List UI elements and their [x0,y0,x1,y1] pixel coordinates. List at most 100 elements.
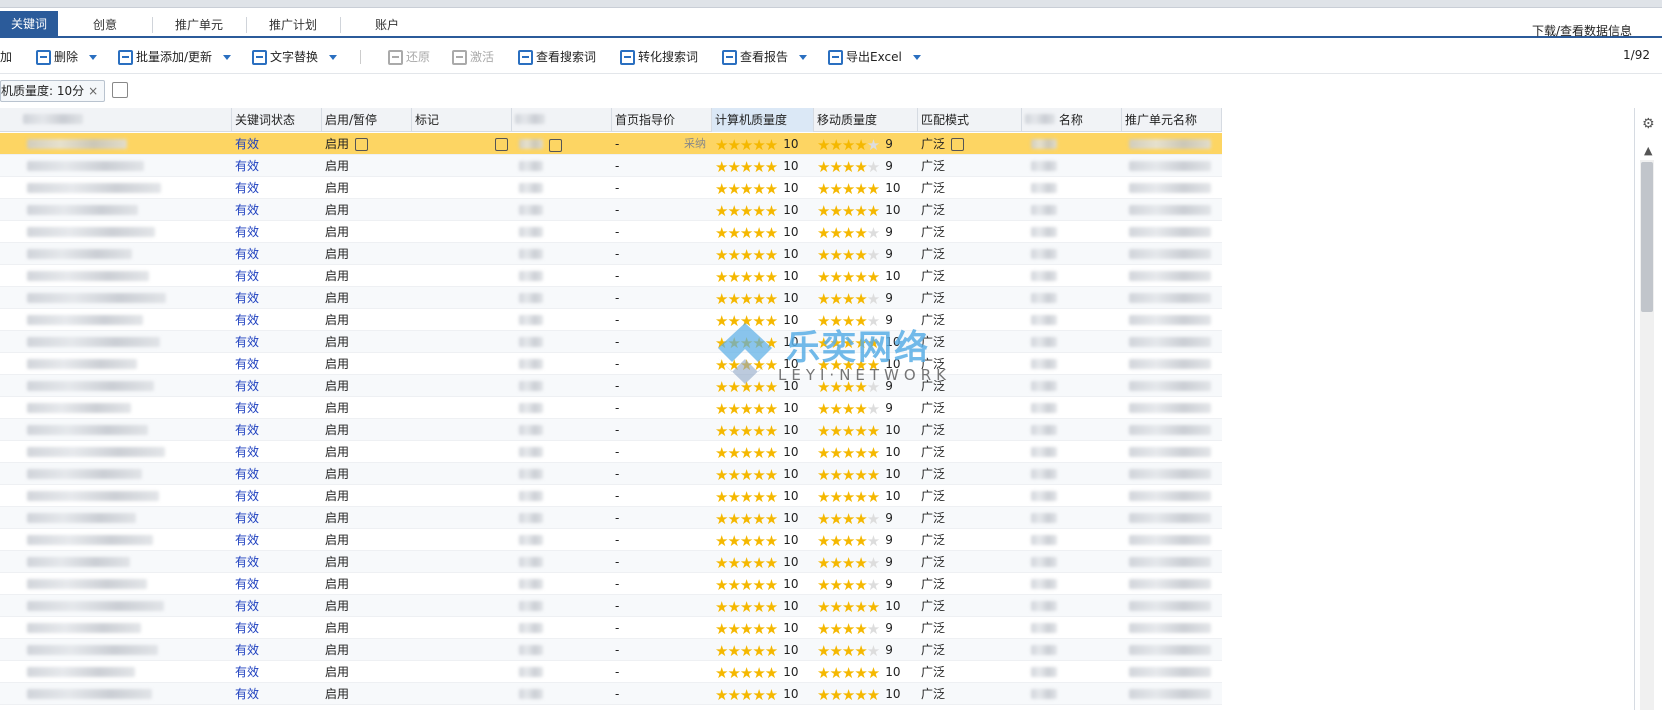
table-row[interactable]: 有效 启用 - ★★★★★ 10 ★★★★★ 9 广泛 [0,529,1222,551]
table-row[interactable]: 有效 启用 - ★★★★★ 10 ★★★★★ 9 广泛 [0,617,1222,639]
convert-search-terms-button[interactable]: 转化搜索词 [620,48,698,66]
chevron-down-icon[interactable] [223,54,232,60]
table-row[interactable]: 有效 启用 - ★★★★★ 10 ★★★★★ 10 广泛 [0,331,1222,353]
match-mode-cell[interactable]: 广泛 [918,507,1022,529]
bid-cell[interactable] [512,683,612,705]
table-row[interactable]: 有效 启用 - ★★★★★ 10 ★★★★★ 10 广泛 [0,595,1222,617]
bid-cell[interactable] [512,441,612,463]
table-row[interactable]: 有效 启用 - ★★★★★ 10 ★★★★★ 9 广泛 [0,309,1222,331]
bid-cell[interactable] [512,617,612,639]
enable-cell[interactable]: 启用 [322,463,412,485]
bid-cell[interactable] [512,419,612,441]
bid-cell[interactable] [512,287,612,309]
bid-cell[interactable] [512,507,612,529]
keyword-cell[interactable] [0,617,232,639]
close-icon[interactable]: × [88,84,98,98]
col-status[interactable]: 关键词状态 [232,108,322,132]
mark-cell[interactable] [412,595,512,617]
enable-cell[interactable]: 启用 [322,397,412,419]
match-mode-cell[interactable]: 广泛 [918,221,1022,243]
enable-cell[interactable]: 启用 [322,573,412,595]
col-unit-name[interactable]: 推广单元名称 [1122,108,1222,132]
col-mark[interactable]: 标记 [412,108,512,132]
bid-cell[interactable] [512,309,612,331]
keyword-cell[interactable] [0,397,232,419]
match-mode-cell[interactable]: 广泛 [918,199,1022,221]
text-replace-button[interactable]: 文字替换 [252,48,338,66]
mark-cell[interactable] [412,419,512,441]
table-row[interactable]: 有效 启用 - ★★★★★ 10 ★★★★★ 10 广泛 [0,441,1222,463]
mark-cell[interactable] [412,353,512,375]
vertical-scrollbar[interactable] [1640,160,1654,710]
bid-cell[interactable] [512,573,612,595]
mark-cell[interactable] [412,199,512,221]
enable-cell[interactable]: 启用 [322,507,412,529]
mark-cell[interactable] [412,485,512,507]
table-row[interactable]: 有效 启用 - ★★★★★ 10 ★★★★★ 10 广泛 [0,485,1222,507]
enable-cell[interactable]: 启用 [322,529,412,551]
table-row[interactable]: 有效 启用 - ★★★★★ 10 ★★★★★ 9 广泛 [0,507,1222,529]
col-enable[interactable]: 启用/暂停 [322,108,412,132]
enable-cell[interactable]: 启用 [322,551,412,573]
batch-add-button[interactable]: 批量添加/更新 [118,48,232,66]
table-row[interactable]: 有效 启用 - ★★★★★ 10 ★★★★★ 9 广泛 [0,287,1222,309]
mark-cell[interactable] [412,265,512,287]
col-pc-quality[interactable]: 计算机质量度 [712,108,814,132]
enable-cell[interactable]: 启用 [322,221,412,243]
enable-cell[interactable]: 启用 [322,485,412,507]
keyword-cell[interactable] [0,221,232,243]
keyword-cell[interactable] [0,243,232,265]
bid-cell[interactable] [512,353,612,375]
mark-cell[interactable] [412,573,512,595]
bid-cell[interactable] [512,639,612,661]
match-mode-cell[interactable]: 广泛 [918,133,1022,155]
match-mode-cell[interactable]: 广泛 [918,155,1022,177]
bid-cell[interactable] [512,221,612,243]
enable-cell[interactable]: 启用 [322,353,412,375]
match-mode-cell[interactable]: 广泛 [918,309,1022,331]
table-row[interactable]: 有效 启用 - ★★★★★ 10 ★★★★★ 9 广泛 [0,397,1222,419]
keyword-cell[interactable] [0,419,232,441]
mark-cell[interactable] [412,221,512,243]
mark-cell[interactable] [412,177,512,199]
match-mode-cell[interactable]: 广泛 [918,177,1022,199]
table-row[interactable]: 有效 启用 - ★★★★★ 10 ★★★★★ 9 广泛 [0,155,1222,177]
bid-cell[interactable] [512,177,612,199]
col-mobile-quality[interactable]: 移动质量度 [814,108,918,132]
match-mode-cell[interactable]: 广泛 [918,661,1022,683]
match-mode-cell[interactable]: 广泛 [918,639,1022,661]
chevron-down-icon[interactable] [912,54,921,60]
clear-filter-icon[interactable] [112,82,128,98]
delete-button[interactable]: 删除 [36,48,98,66]
chevron-up-icon[interactable]: ▲ [1644,144,1652,157]
edit-icon[interactable] [355,138,369,151]
keyword-cell[interactable] [0,353,232,375]
mark-cell[interactable] [412,617,512,639]
keyword-cell[interactable] [0,573,232,595]
gear-icon[interactable]: ⚙ [1642,116,1655,132]
match-mode-cell[interactable]: 广泛 [918,243,1022,265]
bid-cell[interactable] [512,375,612,397]
bid-cell[interactable] [512,199,612,221]
keyword-cell[interactable] [0,309,232,331]
mark-cell[interactable] [412,507,512,529]
mark-cell[interactable] [412,661,512,683]
bid-cell[interactable] [512,551,612,573]
bid-cell[interactable] [512,133,612,155]
table-row[interactable]: 有效 启用 - ★★★★★ 10 ★★★★★ 10 广泛 [0,353,1222,375]
bid-cell[interactable] [512,265,612,287]
enable-cell[interactable]: 启用 [322,243,412,265]
table-row[interactable]: 有效 启用 - ★★★★★ 10 ★★★★★ 10 广泛 [0,199,1222,221]
enable-cell[interactable]: 启用 [322,331,412,353]
table-row[interactable]: 有效 启用 - ★★★★★ 10 ★★★★★ 9 广泛 [0,639,1222,661]
edit-icon[interactable] [495,138,508,151]
mark-cell[interactable] [412,463,512,485]
bid-cell[interactable] [512,595,612,617]
enable-cell[interactable]: 启用 [322,287,412,309]
enable-cell[interactable]: 启用 [322,199,412,221]
mark-cell[interactable] [412,243,512,265]
chevron-down-icon[interactable] [799,54,808,60]
match-mode-cell[interactable]: 广泛 [918,617,1022,639]
match-mode-cell[interactable]: 广泛 [918,353,1022,375]
edit-icon[interactable] [951,138,965,151]
